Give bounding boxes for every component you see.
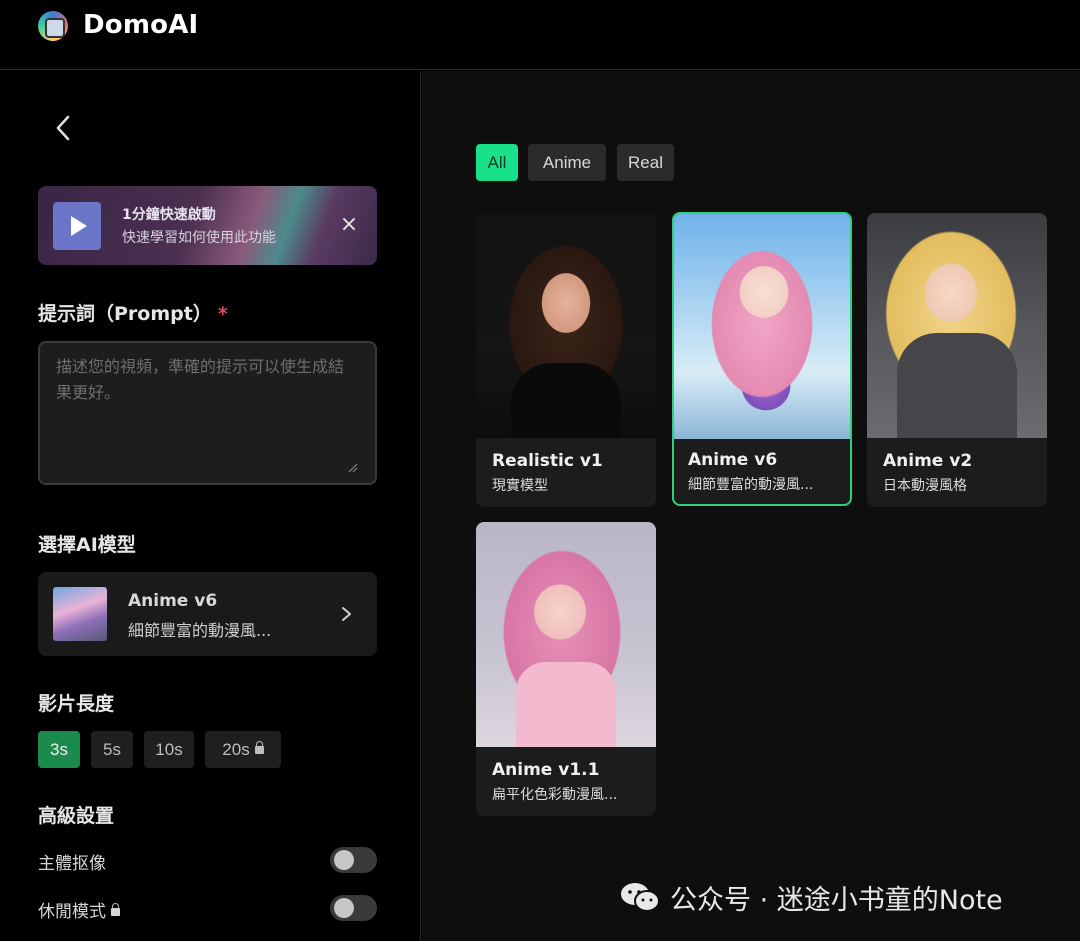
required-mark: * xyxy=(217,303,228,325)
casual-mode-text: 休閒模式 xyxy=(38,902,106,922)
banner-title: 1分鐘快速啟動 xyxy=(122,207,216,223)
toggle-label-casual-mode: 休閒模式 xyxy=(38,897,120,922)
model-card-anime-v1-1[interactable]: Anime v1.1 扁平化色彩動漫風... xyxy=(476,522,656,816)
duration-option-20s[interactable]: 20s xyxy=(205,731,281,768)
model-card-realistic-v1[interactable]: Realistic v1 現實模型 xyxy=(476,213,656,507)
play-icon[interactable] xyxy=(53,202,101,250)
selected-model-desc: 細節豐富的動漫風... xyxy=(128,621,272,640)
filter-real[interactable]: Real xyxy=(617,144,674,181)
quickstart-banner[interactable]: 1分鐘快速啟動 快速學習如何使用此功能 × xyxy=(38,186,377,265)
model-card-anime-v6[interactable]: Anime v6 細節豐富的動漫風... xyxy=(672,212,852,506)
selected-model-name: Anime v6 xyxy=(128,591,218,611)
chevron-right-icon xyxy=(342,607,351,621)
model-card-name: Anime v2 xyxy=(883,451,973,471)
model-gallery: All Anime Real Realistic v1 現實模型 Anime v… xyxy=(422,71,1080,941)
duration-option-20s-label: 20s xyxy=(222,740,250,759)
app-header: DomoAI xyxy=(0,0,1080,70)
lock-icon xyxy=(111,903,120,916)
prompt-label: 提示詞（Prompt） * xyxy=(38,299,228,326)
resize-handle-icon[interactable] xyxy=(346,461,358,473)
toggle-knob xyxy=(334,850,354,870)
duration-label: 影片長度 xyxy=(38,693,115,715)
close-icon[interactable]: × xyxy=(338,214,360,236)
settings-sidebar: 1分鐘快速啟動 快速學習如何使用此功能 × 提示詞（Prompt）* 選擇AI模… xyxy=(0,71,421,941)
advanced-settings-label: 高級設置 xyxy=(38,805,115,827)
brand-name[interactable]: DomoAI xyxy=(83,10,198,40)
model-preview-image xyxy=(476,213,656,438)
watermark-text: 公众号 · 迷途小书童的Note xyxy=(670,885,1003,916)
domoai-logo-icon[interactable] xyxy=(38,11,68,41)
subject-matting-toggle[interactable] xyxy=(330,847,377,873)
model-card-name: Anime v6 xyxy=(688,450,778,470)
model-card-anime-v2[interactable]: Anime v2 日本動漫風格 xyxy=(867,213,1047,507)
model-thumbnail xyxy=(53,587,107,641)
model-selector[interactable]: Anime v6 細節豐富的動漫風... xyxy=(38,572,377,656)
duration-option-3s[interactable]: 3s xyxy=(38,731,80,768)
toggle-label-subject-matting: 主體抠像 xyxy=(38,854,106,874)
back-arrow-icon[interactable] xyxy=(48,111,78,145)
model-card-desc: 現實模型 xyxy=(492,478,548,494)
casual-mode-toggle[interactable] xyxy=(330,895,377,921)
model-card-name: Anime v1.1 xyxy=(492,760,600,780)
model-card-desc: 細節豐富的動漫風... xyxy=(688,477,814,493)
banner-subtitle: 快速學習如何使用此功能 xyxy=(122,230,276,246)
filter-anime[interactable]: Anime xyxy=(528,144,606,181)
model-preview-image xyxy=(476,522,656,747)
toggle-knob xyxy=(334,898,354,918)
lock-icon xyxy=(254,741,264,754)
duration-option-5s[interactable]: 5s xyxy=(91,731,133,768)
prompt-label-text: 提示詞（Prompt） xyxy=(38,303,212,325)
model-card-name: Realistic v1 xyxy=(492,451,603,471)
prompt-input[interactable] xyxy=(38,341,377,485)
wechat-icon xyxy=(621,883,660,912)
model-preview-image xyxy=(674,214,850,439)
model-card-desc: 扁平化色彩動漫風... xyxy=(492,787,618,803)
model-preview-image xyxy=(867,213,1047,438)
duration-option-10s[interactable]: 10s xyxy=(144,731,194,768)
filter-all[interactable]: All xyxy=(476,144,518,181)
model-card-desc: 日本動漫風格 xyxy=(883,478,967,494)
model-section-label: 選擇AI模型 xyxy=(38,534,136,556)
